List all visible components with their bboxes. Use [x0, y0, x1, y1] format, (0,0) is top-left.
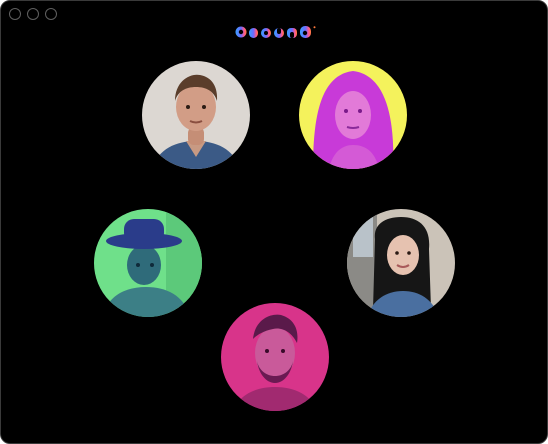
- participant-2-image: [299, 61, 407, 169]
- participant-1-image: [142, 61, 250, 169]
- window-controls: [9, 8, 57, 20]
- app-window: [0, 0, 548, 444]
- participant-video-3[interactable]: [94, 209, 202, 317]
- minimize-window-button[interactable]: [27, 8, 39, 20]
- zoom-window-button[interactable]: [45, 8, 57, 20]
- close-window-button[interactable]: [9, 8, 21, 20]
- participant-video-2[interactable]: [299, 61, 407, 169]
- participant-5-image: [221, 303, 329, 411]
- participant-3-image: [94, 209, 202, 317]
- participant-video-1[interactable]: [142, 61, 250, 169]
- participant-video-5[interactable]: [221, 303, 329, 411]
- participant-4-image: [347, 209, 455, 317]
- participant-video-4[interactable]: [347, 209, 455, 317]
- around-logo: [235, 26, 316, 38]
